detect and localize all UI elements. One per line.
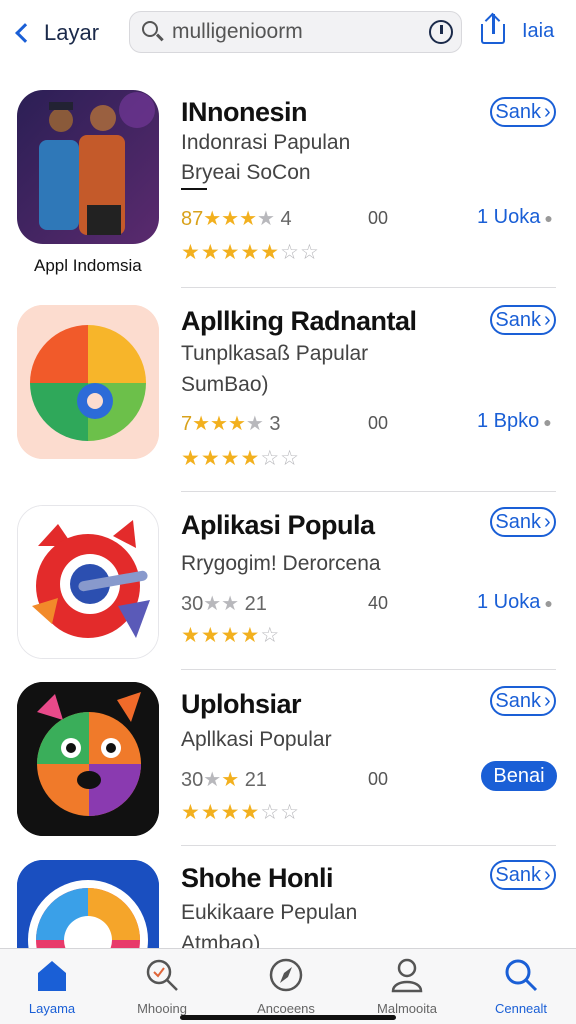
get-button[interactable]: Sank ›: [490, 305, 556, 335]
star-rating: ★★★★★☆☆: [181, 241, 320, 264]
meta-value: 00: [368, 208, 389, 228]
app-size: 1 Uoka ●: [477, 591, 553, 613]
top-right-link[interactable]: Iaia: [522, 20, 554, 43]
row-divider: [181, 845, 556, 846]
app-subtitle: Indonrasi Papulan: [181, 131, 351, 154]
open-button[interactable]: Benai: [481, 761, 557, 791]
app-title[interactable]: Shohe Honli: [181, 863, 334, 894]
star-rating: ★★★★☆☆: [181, 447, 300, 470]
search-loop-icon: [144, 957, 180, 997]
app-subtitle: Rrygogim! Derorcena: [181, 552, 381, 575]
rating-summary: 30★★ 21: [181, 769, 267, 791]
person-icon: [390, 957, 424, 997]
meta-value: 40: [368, 593, 389, 613]
tab-mhooing[interactable]: Mhooing: [107, 957, 217, 1016]
divider-underline: [181, 188, 207, 190]
rating-summary: 30★★ 21: [181, 593, 267, 615]
app-caption: Appl Indomsia: [34, 256, 142, 275]
row-divider: [181, 287, 556, 288]
search-query[interactable]: mulligenioorm: [172, 20, 429, 44]
app-subtitle: Apllkasi Popular: [181, 728, 332, 751]
get-button[interactable]: Sank ›: [490, 686, 556, 716]
tab-bar: Layama Mhooing Ancoeens Malmooita Cennea…: [0, 948, 576, 1024]
get-button[interactable]: Sank ›: [490, 860, 556, 890]
app-title[interactable]: Apllking Radnantal: [181, 306, 417, 337]
app-subtitle: Tunplkasaß Papular: [181, 342, 369, 365]
star-rating: ★★★★☆☆: [181, 801, 300, 824]
share-icon[interactable]: [481, 12, 505, 44]
app-subtitle: Eukikaare Pepulan: [181, 901, 358, 924]
home-indicator: [180, 1015, 396, 1020]
tab-malmooita[interactable]: Malmooita: [352, 957, 462, 1016]
app-developer: Bryeai SoCon: [181, 161, 311, 184]
rating-summary: 7★★★★ 3: [181, 413, 281, 435]
back-button[interactable]: Layar: [12, 16, 99, 50]
app-title[interactable]: Uplohsiar: [181, 689, 302, 720]
meta-value: 00: [368, 413, 389, 433]
app-title[interactable]: INnonesin: [181, 97, 308, 128]
get-button[interactable]: Sank ›: [490, 97, 556, 127]
tab-layama[interactable]: Layama: [0, 957, 107, 1016]
app-title[interactable]: Aplikasi Popula: [181, 510, 375, 541]
star-rating: ★★★★☆: [181, 624, 281, 647]
back-label: Layar: [44, 20, 100, 45]
row-divider: [181, 491, 556, 492]
meta-value: 00: [368, 769, 389, 789]
app-icon-creature[interactable]: [17, 682, 159, 836]
app-icon-swirl[interactable]: [17, 305, 159, 459]
chevron-left-icon: [15, 23, 35, 43]
app-size: 1 Bpko ●: [477, 410, 552, 432]
top-bar: Layar mulligenioorm Iaia: [0, 0, 576, 66]
search-icon: [503, 957, 539, 997]
get-button[interactable]: Sank ›: [490, 507, 556, 537]
search-icon: [142, 21, 164, 43]
tab-cennealt[interactable]: Cennealt: [466, 957, 576, 1016]
app-icon-rainbow[interactable]: [17, 860, 159, 948]
tab-ancoeens[interactable]: Ancoeens: [231, 957, 341, 1016]
app-icon-people[interactable]: [17, 90, 159, 244]
app-developer: SumBao): [181, 373, 269, 396]
app-icon-mascot[interactable]: [17, 505, 159, 659]
search-field[interactable]: mulligenioorm: [129, 11, 462, 53]
compass-icon: [268, 957, 304, 997]
home-icon: [35, 957, 69, 997]
rating-summary: 87★★★★ 4: [181, 208, 292, 230]
app-size: 1 Uoka ●: [477, 206, 553, 228]
history-icon[interactable]: [429, 20, 453, 44]
row-divider: [181, 669, 556, 670]
